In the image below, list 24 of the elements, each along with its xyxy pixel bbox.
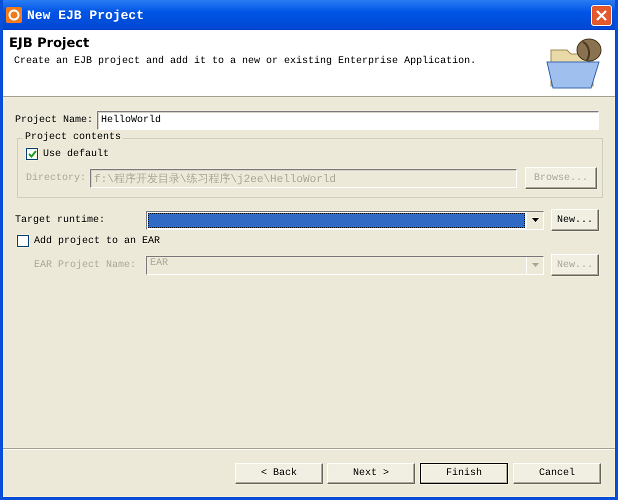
app-icon <box>6 7 22 23</box>
wizard-button[interactable]: < Back <box>235 462 323 484</box>
field-label: EAR Project Name: <box>33 260 138 270</box>
field-label: Directory: <box>26 172 86 184</box>
wizard-button[interactable]: Finish <box>420 462 508 484</box>
new-button[interactable]: New... <box>551 209 599 231</box>
dropdown-arrow-icon <box>532 263 538 267</box>
window-title: New EJB Project <box>27 8 146 22</box>
checkbox-label: Add project to an EAR <box>34 236 160 246</box>
close-icon <box>595 8 608 22</box>
wizard-button[interactable]: Cancel <box>513 462 601 484</box>
checkbox[interactable] <box>17 235 29 247</box>
page-description: Create an EJB project and add it to a new or existing Enterprise Application. <box>14 56 476 67</box>
wizard-button[interactable]: Next > <box>327 462 415 484</box>
runtime-dropdown[interactable] <box>146 210 544 230</box>
checkbox[interactable] <box>26 148 38 160</box>
dropdown-arrow-icon <box>532 218 538 222</box>
page-title: EJB Project <box>9 36 90 51</box>
close-button[interactable] <box>591 4 612 26</box>
project-name-field[interactable]: HelloWorld <box>97 111 599 130</box>
group-label: Project contents <box>23 132 124 143</box>
field-label: Project Name: <box>15 115 94 126</box>
field-label: Target runtime: <box>15 214 106 226</box>
checkbox-label: Use default <box>43 148 110 160</box>
